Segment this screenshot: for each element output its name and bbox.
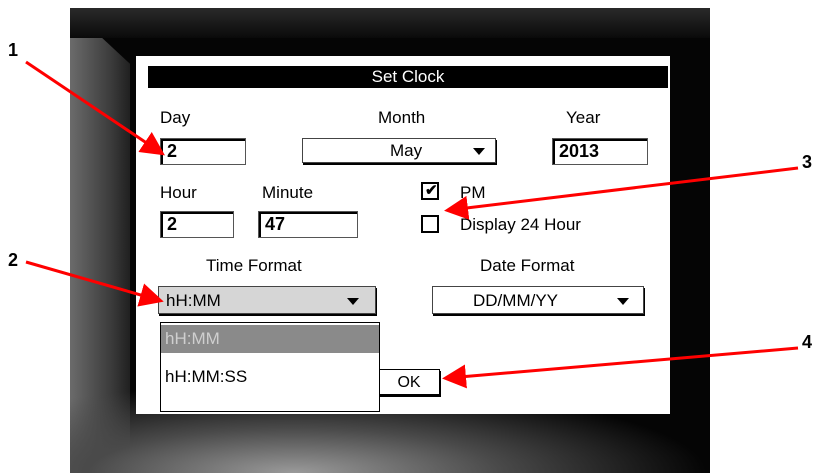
time-format-options-list: hH:MM hH:MM:SS xyxy=(160,322,380,412)
hour-field[interactable]: 2 xyxy=(160,211,234,238)
month-value: May xyxy=(390,141,423,160)
time-format-label: Time Format xyxy=(206,256,302,275)
callout-4: 4 xyxy=(802,332,813,352)
chevron-down-icon xyxy=(617,298,629,305)
time-format-option-hh-mm[interactable]: hH:MM xyxy=(161,325,379,353)
month-dropdown[interactable]: May xyxy=(302,138,496,163)
date-format-dropdown[interactable]: DD/MM/YY xyxy=(432,286,644,314)
display-24-hour-checkbox[interactable] xyxy=(421,215,439,233)
year-label: Year xyxy=(566,108,601,127)
hour-label: Hour xyxy=(160,183,197,202)
callout-1: 1 xyxy=(8,40,19,60)
callout-3: 3 xyxy=(802,152,813,172)
day-label: Day xyxy=(160,108,191,127)
callout-2: 2 xyxy=(8,250,19,270)
checkmark-icon: ✔ xyxy=(425,182,438,199)
minute-field[interactable]: 47 xyxy=(258,211,358,238)
time-format-option-hh-mm-ss[interactable]: hH:MM:SS xyxy=(161,363,379,391)
month-label: Month xyxy=(378,108,426,127)
day-field[interactable]: 2 xyxy=(160,138,246,165)
chevron-down-icon xyxy=(347,298,359,305)
dialog-title: Set Clock xyxy=(148,66,668,88)
date-format-label: Date Format xyxy=(480,256,575,275)
pm-label: PM xyxy=(460,183,486,202)
screen-top-edge xyxy=(70,8,710,38)
minute-label: Minute xyxy=(262,183,314,202)
time-format-dropdown[interactable]: hH:MM xyxy=(158,286,376,314)
pm-checkbox[interactable]: ✔ xyxy=(421,182,439,200)
display-24-hour-label: Display 24 Hour xyxy=(460,215,581,234)
year-field[interactable]: 2013 xyxy=(552,138,648,165)
ok-button[interactable]: OK xyxy=(378,369,440,395)
time-format-value: hH:MM xyxy=(166,291,221,310)
date-format-value: DD/MM/YY xyxy=(473,291,558,310)
chevron-down-icon xyxy=(473,148,485,155)
